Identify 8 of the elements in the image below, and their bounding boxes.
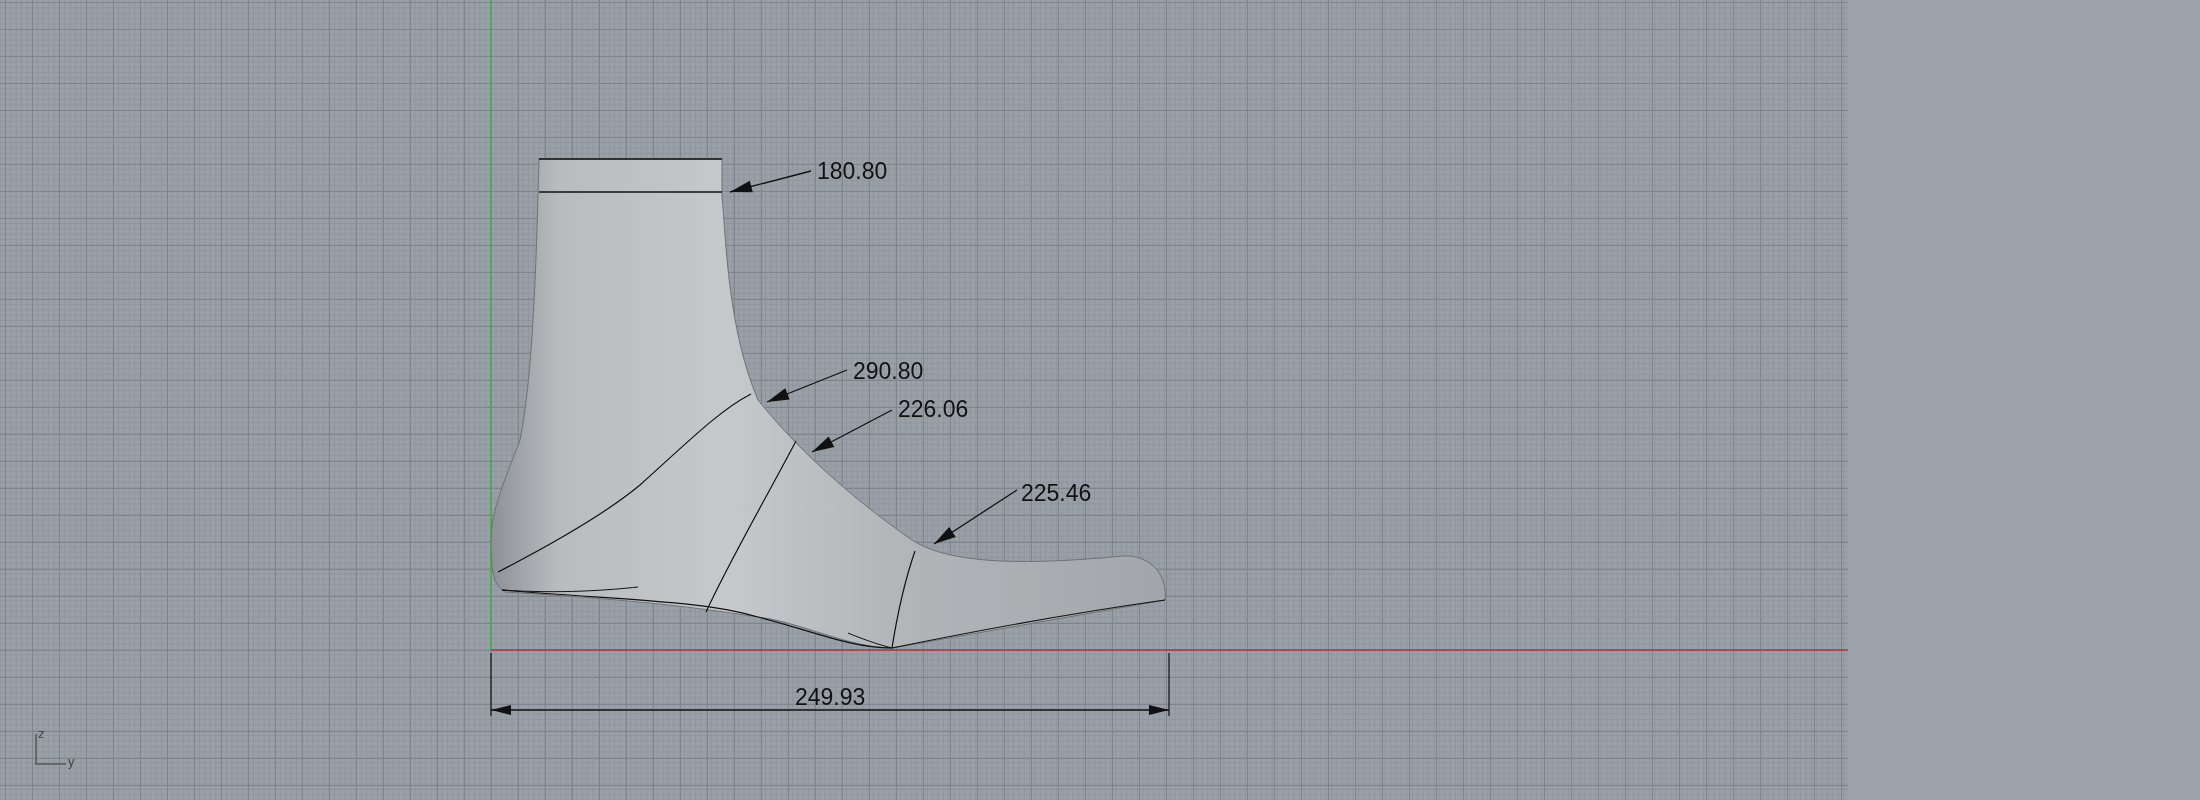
dimension-label: 226.06 (898, 396, 969, 422)
axis-label: z (38, 726, 45, 741)
dimension-label: 180.80 (817, 158, 888, 184)
axis-label: y (68, 754, 75, 769)
dimension-label: 290.80 (853, 358, 924, 384)
axis-icon (35, 733, 67, 765)
dimension-label: 225.46 (1021, 480, 1092, 506)
dimension-label: 249.93 (795, 684, 866, 710)
